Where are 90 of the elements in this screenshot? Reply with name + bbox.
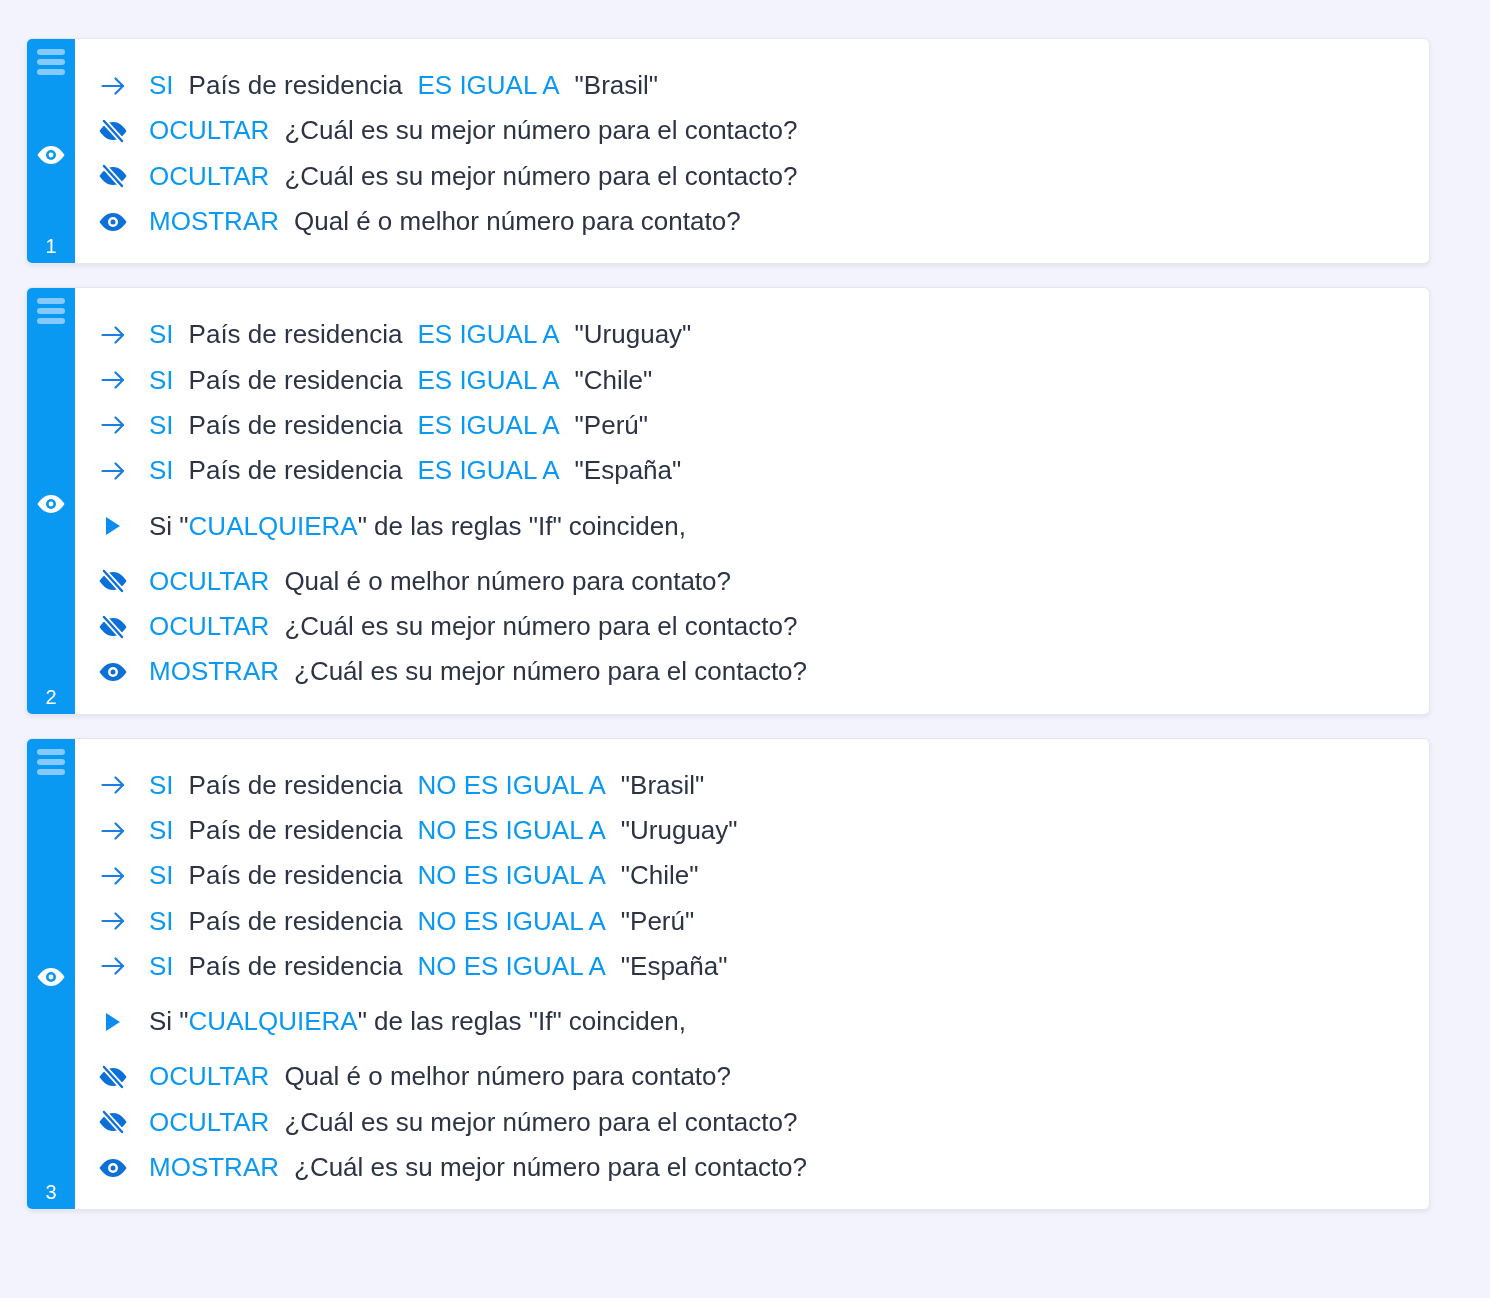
condition-keyword: SI	[149, 860, 174, 892]
operator-label: ES IGUAL A	[417, 455, 560, 487]
field-name: País de residencia	[188, 815, 403, 846]
question-text: ¿Cuál es su mejor número para el contacto?	[284, 160, 798, 192]
condition-value: "Perú"	[574, 409, 648, 441]
arrow-right-icon	[101, 912, 125, 931]
condition-keyword: SI	[149, 364, 174, 396]
match-sentence: Si "CUALQUIERA" de las reglas "If" coinciden,	[149, 1006, 686, 1038]
field-name: País de residencia	[188, 905, 403, 937]
eye-slash-icon	[99, 614, 127, 639]
action-verb: MOSTRAR	[149, 656, 279, 688]
arrow-right-icon	[101, 76, 125, 95]
operator-label: ES IGUAL A	[417, 409, 560, 441]
condition-keyword: SI	[149, 769, 174, 801]
condition-keyword: SI	[149, 905, 174, 937]
operator-label: NO ES IGUAL A	[417, 905, 606, 937]
condition-keyword: SI	[149, 950, 174, 982]
action-verb: OCULTAR	[149, 1106, 270, 1138]
condition-value: "Brasil"	[620, 769, 705, 801]
condition-value: "España"	[574, 455, 682, 487]
condition-keyword: SI	[149, 815, 174, 846]
field-name: País de residencia	[188, 950, 403, 982]
question-text: ¿Cuál es su mejor número para el contacto?	[284, 1106, 798, 1138]
field-name: País de residencia	[188, 409, 403, 441]
eye-slash-icon	[99, 118, 127, 143]
eye-icon[interactable]	[37, 495, 65, 514]
question-text: ¿Cuál es su mejor número para el contacto?	[284, 115, 798, 147]
question-text: ¿Cuál es su mejor número para el contacto?	[294, 656, 808, 688]
question-text: ¿Cuál es su mejor número para el contacto?	[284, 611, 798, 643]
operator-label: ES IGUAL A	[417, 364, 560, 396]
arrow-right-icon	[101, 371, 125, 390]
question-text: Qual é o melhor número para contato?	[294, 206, 741, 238]
field-name: País de residencia	[188, 769, 403, 801]
eye-slash-icon	[99, 1065, 127, 1089]
action-verb: OCULTAR	[149, 611, 270, 643]
arrow-right-icon	[101, 416, 125, 435]
play-icon	[106, 1012, 120, 1031]
action-verb: OCULTAR	[149, 1061, 270, 1093]
question-text: Qual é o melhor número para contato?	[284, 1061, 731, 1093]
action-verb: OCULTAR	[149, 115, 270, 147]
action-verb: MOSTRAR	[149, 1152, 279, 1184]
arrow-right-icon	[101, 776, 125, 795]
condition-value: "España"	[620, 950, 728, 982]
drag-handle-icon[interactable]	[37, 298, 65, 325]
operator-label: ES IGUAL A	[417, 319, 560, 351]
operator-label: NO ES IGUAL A	[417, 815, 606, 846]
operator-label: NO ES IGUAL A	[417, 860, 606, 892]
eye-icon[interactable]	[37, 968, 65, 987]
action-verb: OCULTAR	[149, 565, 270, 597]
field-name: País de residencia	[188, 70, 403, 102]
condition-value: "Perú"	[620, 905, 695, 937]
eye-slash-icon	[99, 164, 127, 189]
condition-keyword: SI	[149, 319, 174, 351]
field-name: País de residencia	[188, 860, 403, 892]
operator-label: NO ES IGUAL A	[417, 769, 606, 801]
rule-number: 1	[45, 234, 57, 259]
eye-icon	[99, 1158, 127, 1177]
eye-slash-icon	[99, 1110, 127, 1135]
condition-value: "Chile"	[620, 860, 699, 892]
field-name: País de residencia	[188, 319, 403, 351]
drag-handle-icon[interactable]	[37, 748, 65, 775]
eye-icon	[99, 662, 127, 681]
action-verb: OCULTAR	[149, 160, 270, 192]
arrow-right-icon	[101, 957, 125, 976]
rule-number: 2	[45, 684, 57, 709]
field-name: País de residencia	[188, 364, 403, 396]
arrow-right-icon	[101, 821, 125, 840]
eye-icon	[99, 212, 127, 231]
condition-value: "Brasil"	[574, 70, 659, 102]
condition-keyword: SI	[149, 455, 174, 487]
play-icon	[106, 517, 120, 535]
condition-value: "Uruguay"	[620, 815, 738, 846]
condition-value: "Chile"	[574, 364, 653, 396]
arrow-right-icon	[101, 866, 125, 885]
condition-value: "Uruguay"	[574, 319, 692, 351]
condition-keyword: SI	[149, 409, 174, 441]
operator-label: ES IGUAL A	[417, 70, 560, 102]
drag-handle-icon[interactable]	[37, 49, 65, 75]
action-verb: MOSTRAR	[149, 206, 279, 238]
arrow-right-icon	[101, 461, 125, 480]
eye-slash-icon	[99, 569, 127, 594]
eye-icon[interactable]	[37, 145, 65, 164]
question-text: Qual é o melhor número para contato?	[284, 565, 731, 597]
condition-keyword: SI	[149, 70, 174, 102]
rule-number: 3	[45, 1180, 57, 1205]
field-name: País de residencia	[188, 455, 403, 487]
arrow-right-icon	[101, 325, 125, 344]
operator-label: NO ES IGUAL A	[417, 950, 606, 982]
match-sentence: Si "CUALQUIERA" de las reglas "If" coinciden,	[149, 510, 686, 542]
question-text: ¿Cuál es su mejor número para el contacto?	[294, 1152, 808, 1184]
